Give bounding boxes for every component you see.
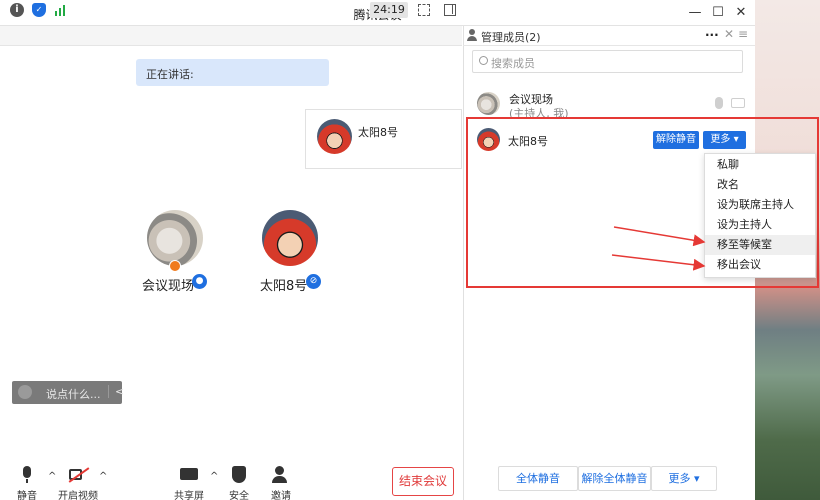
signal-icon[interactable] xyxy=(54,3,68,17)
invite-label: 邀请 xyxy=(271,491,291,500)
panel-title: 管理成员(2) xyxy=(481,31,541,44)
emoji-icon[interactable] xyxy=(18,385,32,399)
member-context-menu: 私聊 改名 设为联席主持人 设为主持人 移至等候室 移出会议 xyxy=(704,153,816,278)
mute-options-caret[interactable]: ^ xyxy=(48,471,56,482)
arrow-to-remove xyxy=(611,254,706,271)
fullscreen-icon[interactable] xyxy=(418,4,430,16)
member-name: 太阳8号 xyxy=(508,135,548,148)
chevron-down-icon: ▾ xyxy=(693,472,700,485)
video-off-icon[interactable] xyxy=(731,98,745,108)
tile-name: 太阳8号 xyxy=(358,126,398,139)
collapse-chat-button[interactable]: < xyxy=(108,385,124,398)
search-icon xyxy=(479,56,488,65)
member-avatar xyxy=(477,128,500,151)
member-avatar xyxy=(477,92,500,115)
share-screen-button[interactable]: 共享屏幕 xyxy=(170,466,208,500)
footer-more-label: 更多 xyxy=(668,472,691,485)
search-placeholder: 搜索成员 xyxy=(491,57,535,70)
unmute-all-button[interactable]: 解除全体静音 xyxy=(578,466,651,491)
meeting-timer: 24:19 xyxy=(370,2,408,18)
chevron-down-icon: ▾ xyxy=(733,134,739,145)
unmute-button[interactable]: 解除静音 xyxy=(653,131,699,149)
meeting-toolbar xyxy=(0,26,462,46)
maximize-button[interactable]: ☐ xyxy=(708,3,728,23)
menu-item-move-to-waiting-room[interactable]: 移至等候室 xyxy=(705,235,815,255)
menu-item-make-cohost[interactable]: 设为联席主持人 xyxy=(705,195,815,215)
panel-menu-icon[interactable]: ≡ xyxy=(738,27,748,41)
microphone-icon xyxy=(17,466,37,484)
invite-button[interactable]: 邀请 xyxy=(267,466,295,500)
share-screen-icon xyxy=(179,466,199,484)
video-off-icon xyxy=(68,466,90,484)
member-search-input[interactable]: 搜索成员 xyxy=(472,50,743,73)
video-label: 开启视频 xyxy=(58,491,98,500)
mute-all-button[interactable]: 全体静音 xyxy=(498,466,578,491)
menu-item-make-host[interactable]: 设为主持人 xyxy=(705,215,815,235)
speaking-indicator: 正在讲话: xyxy=(136,59,329,86)
minimize-button[interactable]: — xyxy=(685,3,705,23)
mic-muted-icon: ⊘ xyxy=(306,274,321,289)
microphone-icon[interactable] xyxy=(715,97,723,109)
security-button[interactable]: 安全 xyxy=(226,466,252,500)
more-label: 更多 xyxy=(710,134,731,145)
mic-icon: ● xyxy=(192,274,207,289)
menu-item-private-chat[interactable]: 私聊 xyxy=(705,155,815,175)
participant-avatar[interactable] xyxy=(262,210,318,266)
mute-button[interactable]: 静音 xyxy=(12,466,42,500)
participant-name: 会议现场 xyxy=(142,279,195,294)
mute-label: 静音 xyxy=(17,491,37,500)
end-meeting-button[interactable]: 结束会议 xyxy=(392,467,454,496)
arrow-to-waiting-room xyxy=(613,226,706,247)
host-icon xyxy=(169,260,181,272)
layout-toggle-icon[interactable] xyxy=(444,4,456,16)
share-label: 共享屏幕 xyxy=(174,491,204,500)
shield-icon xyxy=(229,466,249,484)
video-options-caret[interactable]: ^ xyxy=(99,471,107,482)
info-icon[interactable]: i xyxy=(10,3,24,17)
shield-icon[interactable]: ✓ xyxy=(32,3,46,17)
more-options-icon[interactable]: ··· xyxy=(705,28,719,42)
tile-avatar xyxy=(317,119,352,154)
chat-input[interactable]: 说点什么... < xyxy=(12,381,124,404)
menu-item-rename[interactable]: 改名 xyxy=(705,175,815,195)
footer-more-button[interactable]: 更多 ▾ xyxy=(651,466,717,491)
more-button[interactable]: 更多 ▾ xyxy=(703,131,746,149)
annotation-arrows xyxy=(611,226,706,271)
participant-avatar[interactable] xyxy=(147,210,203,266)
add-user-icon xyxy=(271,466,291,484)
close-panel-button[interactable]: ✕ xyxy=(724,27,734,41)
menu-item-remove-from-meeting[interactable]: 移出会议 xyxy=(705,255,815,275)
participant-name: 太阳8号 xyxy=(260,279,308,294)
share-options-caret[interactable]: ^ xyxy=(210,471,218,482)
video-button[interactable]: 开启视频 xyxy=(58,466,98,500)
close-button[interactable]: ✕ xyxy=(731,3,751,23)
user-icon xyxy=(467,29,477,42)
chat-placeholder: 说点什么... xyxy=(46,388,101,401)
security-label: 安全 xyxy=(229,491,249,500)
